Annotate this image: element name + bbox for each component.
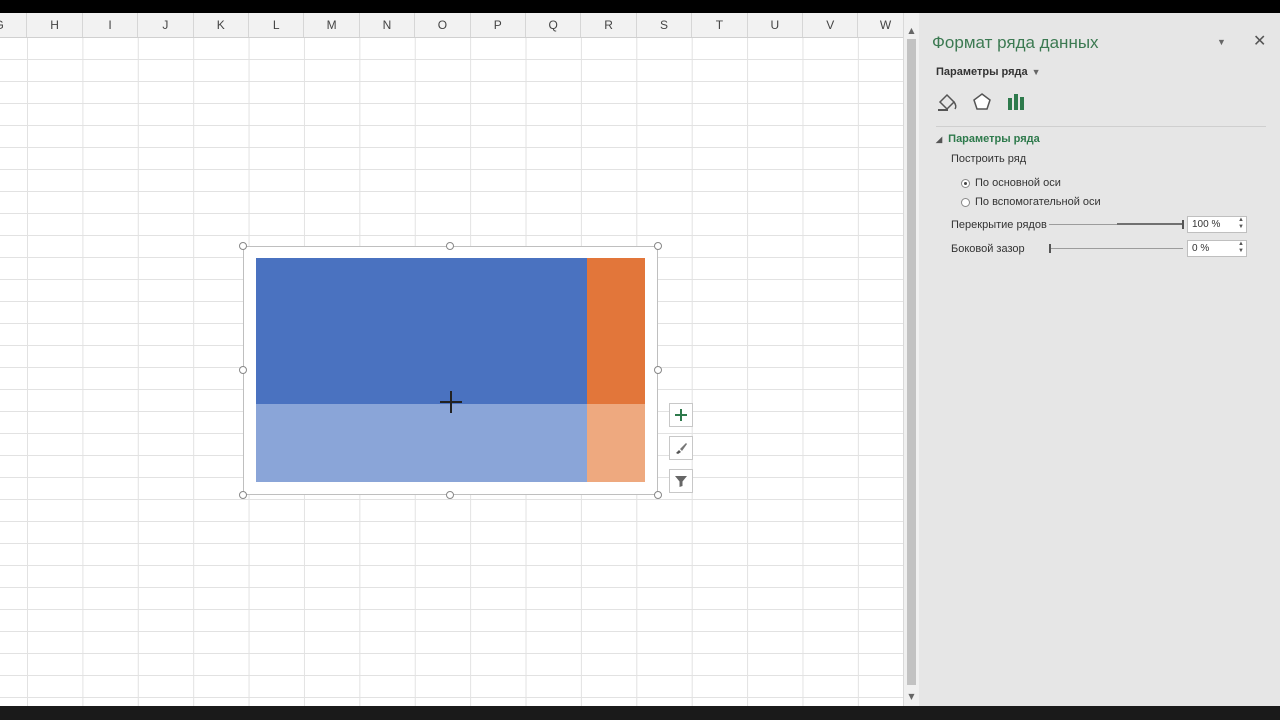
radio-primary-axis[interactable] (961, 179, 970, 188)
column-header-q[interactable]: Q (526, 13, 582, 37)
column-header-i[interactable]: I (83, 13, 139, 37)
series2-bar[interactable] (587, 258, 645, 404)
section-series-options[interactable]: ◢ Параметры ряда (936, 133, 1040, 145)
close-icon[interactable]: ✕ (1253, 31, 1266, 51)
column-header-p[interactable]: P (471, 13, 526, 37)
pane-options-chevron-down-icon[interactable]: ▼ (1217, 37, 1226, 47)
top-bar (0, 0, 1280, 13)
column-header-w[interactable]: W (858, 13, 903, 37)
series1-bar[interactable] (256, 258, 587, 404)
radio-secondary-axis[interactable] (961, 198, 970, 207)
series-options-icon (1008, 94, 1024, 110)
tab-series-options[interactable] (1004, 90, 1028, 114)
scroll-thumb[interactable] (907, 39, 916, 685)
column-header-u[interactable]: U (748, 13, 803, 37)
scroll-down-icon[interactable]: ▼ (906, 691, 917, 702)
spinner-arrows-icon[interactable]: ▲ ▼ (1238, 241, 1244, 255)
overlap-slider-knob[interactable] (1182, 220, 1184, 229)
column-header: GHIJKLMNOPQRSTUVW (0, 13, 903, 38)
column-header-h[interactable]: H (27, 13, 83, 37)
resize-handle-tl[interactable] (239, 242, 247, 250)
bottom-bar (0, 706, 1280, 720)
gap-width-slider-knob[interactable] (1049, 244, 1051, 253)
plus-icon (675, 409, 687, 421)
collapse-triangle-icon: ◢ (936, 135, 943, 144)
series-options-dropdown-label: Параметры ряда (936, 66, 1028, 78)
tab-divider (936, 126, 1266, 127)
chart-styles-button[interactable] (669, 436, 693, 460)
overlap-value: 100 % (1192, 219, 1221, 230)
scroll-up-icon[interactable]: ▲ (906, 25, 917, 36)
resize-handle-l[interactable] (239, 366, 247, 374)
column-header-l[interactable]: L (249, 13, 305, 37)
chevron-down-icon: ▼ (1031, 67, 1041, 77)
tab-effects[interactable] (970, 90, 994, 114)
format-pane: Формат ряда данных ▼ ✕ Параметры ряда ▼ ◢… (919, 13, 1280, 706)
brush-icon (676, 443, 687, 454)
pane-title: Формат ряда данных (932, 33, 1099, 52)
column-header-j[interactable]: J (138, 13, 194, 37)
funnel-icon (675, 476, 687, 487)
vertical-scrollbar[interactable]: ▲ ▼ (903, 13, 919, 706)
resize-handle-tr[interactable] (654, 242, 662, 250)
gap-width-label: Боковой зазор (951, 243, 1025, 255)
series2-bar-lower[interactable] (587, 404, 645, 482)
cursor-crosshair-v (450, 391, 452, 413)
gap-width-slider[interactable] (1049, 248, 1183, 249)
radio-secondary-axis-label[interactable]: По вспомогательной оси (975, 196, 1101, 208)
chart-elements-button[interactable] (669, 403, 693, 427)
tab-fill-line[interactable] (936, 90, 960, 114)
plot-series-label: Построить ряд (951, 153, 1027, 165)
overlap-spinner[interactable]: 100 % ▲ ▼ (1187, 216, 1247, 233)
column-header-v[interactable]: V (803, 13, 859, 37)
resize-handle-r[interactable] (654, 366, 662, 374)
column-header-n[interactable]: N (360, 13, 416, 37)
radio-primary-axis-label[interactable]: По основной оси (975, 177, 1061, 189)
resize-handle-b[interactable] (446, 491, 454, 499)
resize-handle-t[interactable] (446, 242, 454, 250)
overlap-slider-fill (1117, 223, 1183, 225)
gap-width-value: 0 % (1192, 243, 1210, 254)
series-options-dropdown[interactable]: Параметры ряда ▼ (936, 66, 1041, 78)
column-header-m[interactable]: M (304, 13, 360, 37)
series1-bar-lower[interactable] (256, 404, 587, 482)
effects-icon (973, 93, 991, 110)
column-header-o[interactable]: O (415, 13, 471, 37)
fill-line-icon (938, 93, 957, 111)
spinner-arrows-icon[interactable]: ▲ ▼ (1238, 217, 1244, 231)
resize-handle-br[interactable] (654, 491, 662, 499)
column-header-t[interactable]: T (692, 13, 748, 37)
section-title-label: Параметры ряда (948, 133, 1040, 145)
column-header-k[interactable]: K (194, 13, 249, 37)
column-header-r[interactable]: R (581, 13, 637, 37)
resize-handle-bl[interactable] (239, 491, 247, 499)
column-header-g[interactable]: G (0, 13, 28, 37)
column-header-s[interactable]: S (637, 13, 693, 37)
overlap-label: Перекрытие рядов (951, 219, 1047, 231)
gap-width-spinner[interactable]: 0 % ▲ ▼ (1187, 240, 1247, 257)
chart-filters-button[interactable] (669, 469, 693, 493)
